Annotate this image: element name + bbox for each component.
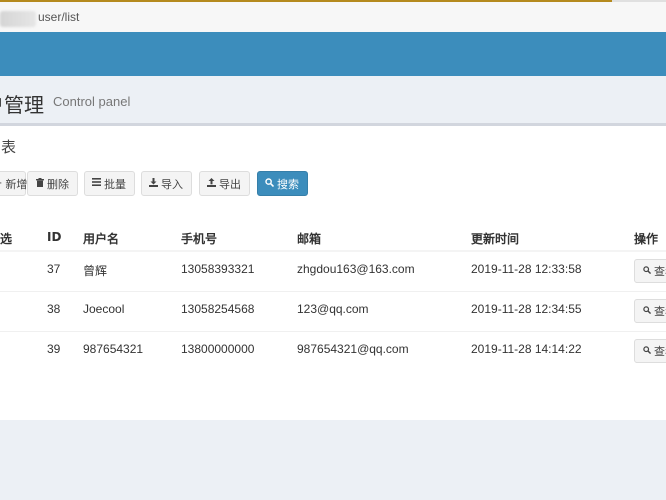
search-icon	[643, 345, 652, 357]
box-title: 列表	[0, 138, 17, 156]
add-button-label: 新增	[5, 177, 28, 191]
cell-id: 37	[47, 262, 61, 276]
trash-icon	[35, 177, 44, 190]
th-email: 邮箱	[297, 232, 322, 246]
page-title: 户管理	[0, 93, 44, 117]
search-icon	[643, 265, 652, 277]
search-icon	[643, 305, 652, 317]
view-button[interactable]: 查看	[634, 299, 666, 323]
export-button[interactable]: 导出	[199, 171, 250, 196]
cell-id: 38	[47, 302, 61, 316]
cell-email: 123@qq.com	[297, 302, 369, 316]
address-bar[interactable]: user/list	[0, 2, 666, 32]
cell-phone: 13800000000	[181, 342, 255, 356]
th-id: ID	[47, 230, 62, 244]
th-username: 用户名	[83, 232, 120, 246]
delete-button-label: 删除	[47, 177, 69, 191]
cell-updated: 2019-11-28 12:34:55	[471, 302, 582, 316]
import-button[interactable]: 导入	[141, 171, 192, 196]
search-button-label: 搜索	[277, 177, 299, 191]
address-blurred-host	[0, 11, 36, 27]
cell-id: 39	[47, 342, 61, 356]
search-button[interactable]: 搜索	[257, 171, 308, 196]
top-navbar	[0, 32, 666, 76]
cell-email: zhgdou163@163.com	[297, 262, 415, 276]
batch-button-label: 批量	[104, 177, 126, 191]
download-icon	[149, 177, 158, 190]
import-button-label: 导入	[161, 177, 183, 191]
view-button-label: 查看	[654, 265, 666, 278]
th-select-all[interactable]: 全选	[0, 230, 12, 247]
export-button-label: 导出	[219, 177, 241, 191]
cell-phone: 13058393321	[181, 262, 255, 276]
cell-username: Joecool	[83, 302, 125, 316]
address-url[interactable]: user/list	[38, 10, 79, 24]
cell-phone: 13058254568	[181, 302, 255, 316]
plus-icon: +	[0, 178, 2, 189]
cell-updated: 2019-11-28 12:33:58	[471, 262, 582, 276]
th-action: 操作	[634, 232, 659, 246]
row-divider	[0, 331, 666, 332]
view-button-label: 查看	[654, 345, 666, 358]
th-phone: 手机号	[181, 232, 218, 246]
batch-button[interactable]: 批量	[84, 171, 135, 196]
table-header-divider	[0, 250, 666, 252]
cell-username: 987654321	[83, 342, 144, 356]
add-button[interactable]: + 新增	[0, 171, 28, 196]
page-subtitle: Control panel	[53, 94, 131, 109]
bars-icon	[92, 178, 101, 189]
cell-username: 曾辉	[83, 264, 108, 278]
delete-button[interactable]: 删除	[27, 171, 78, 196]
view-button[interactable]: 查看	[634, 259, 666, 283]
th-updated: 更新时间	[471, 232, 520, 246]
cell-updated: 2019-11-28 14:14:22	[471, 342, 582, 356]
view-button-label: 查看	[654, 305, 666, 318]
view-button[interactable]: 查看	[634, 339, 666, 363]
content-box: 列表 + 新增 删除 批量 导入 导出 搜索 全选 ID 用户名 手机	[0, 123, 666, 420]
cell-email: 987654321@qq.com	[297, 342, 409, 356]
row-divider	[0, 291, 666, 292]
upload-icon	[207, 177, 216, 190]
search-icon	[265, 177, 275, 190]
